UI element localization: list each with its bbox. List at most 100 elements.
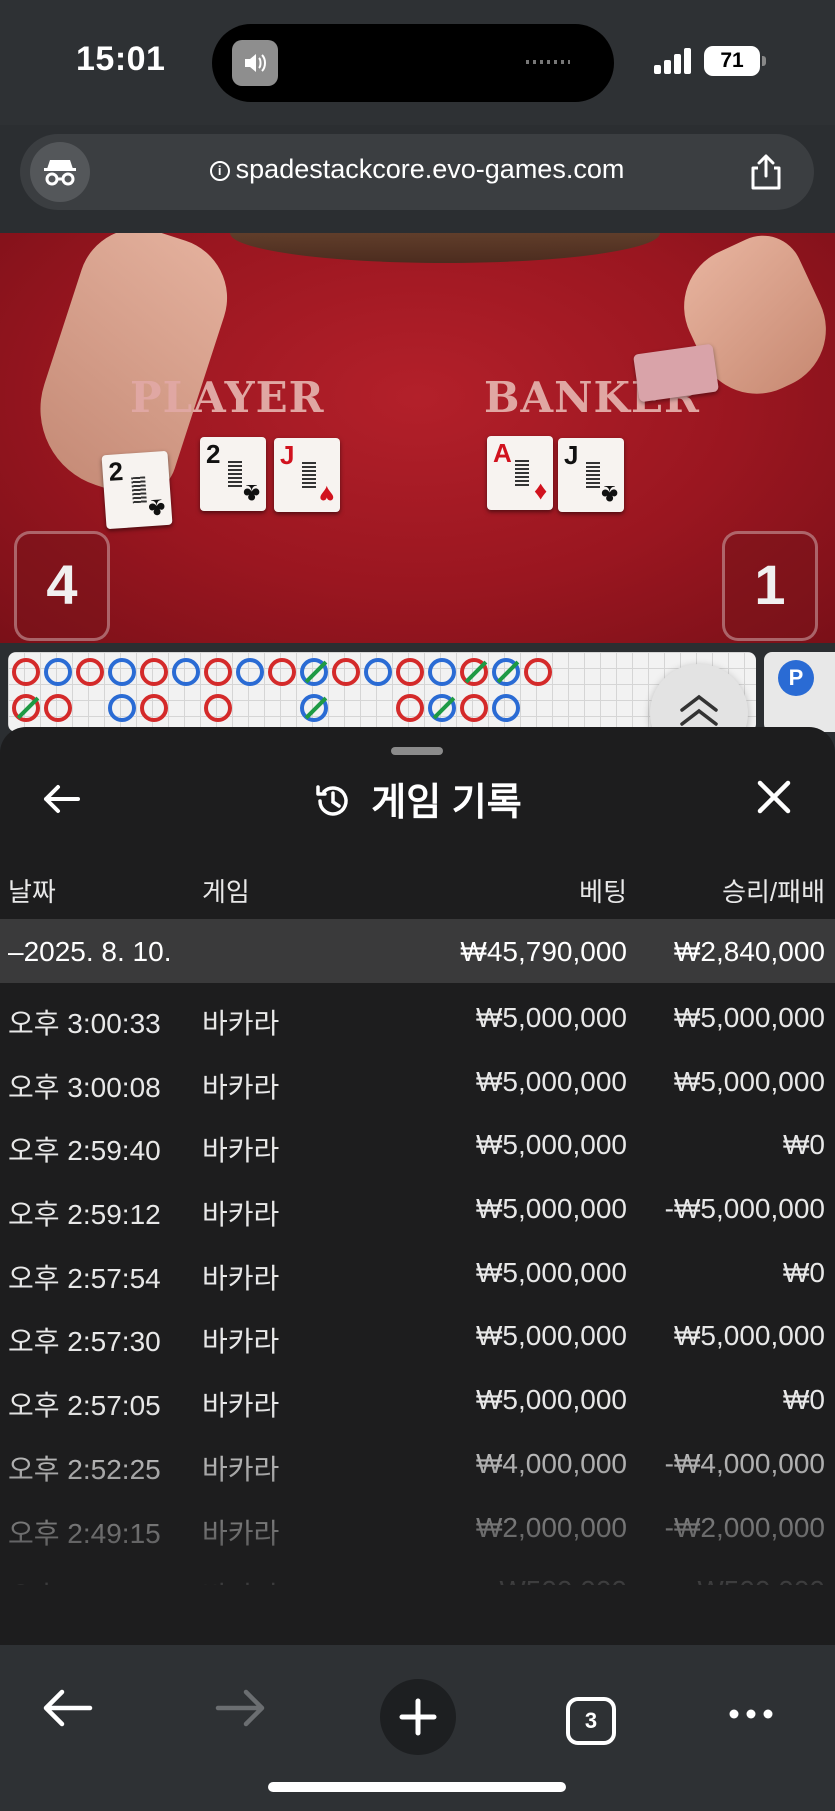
row-time: 오후 2:49:15 xyxy=(8,1517,161,1549)
banker-bead xyxy=(204,658,232,686)
home-indicator xyxy=(268,1782,566,1792)
row-result: ₩5,000,000 xyxy=(674,1320,825,1352)
bead-road[interactable] xyxy=(8,652,756,732)
url-display[interactable]: i spadestackcore.evo-games.com xyxy=(20,154,814,185)
battery-indicator: 71 xyxy=(704,46,766,76)
player-bead xyxy=(428,658,456,686)
row-game: 바카라 xyxy=(202,1326,280,1358)
player-score: 4 xyxy=(46,553,78,616)
row-game: 바카라 xyxy=(202,1135,280,1167)
banker-bead xyxy=(140,694,168,722)
card-suit: ♣ xyxy=(242,479,260,509)
tie-slash xyxy=(496,660,520,684)
tie-slash xyxy=(304,660,328,684)
row-result: ₩5,000,000 xyxy=(674,1002,825,1033)
table-rim xyxy=(230,233,660,263)
history-row[interactable]: 오후 2:59:12 바카라 ₩5,000,000 -₩5,000,000 xyxy=(0,1176,835,1240)
island-dots xyxy=(526,60,570,64)
column-game: 게임 xyxy=(202,877,250,907)
row-game: 바카라 xyxy=(202,1575,279,1585)
banker-bead xyxy=(12,658,40,686)
history-row[interactable]: 오후 2:57:54 바카라 ₩5,000,000 ₩0 xyxy=(0,1240,835,1304)
more-icon[interactable] xyxy=(716,1679,786,1749)
player-chip[interactable]: P xyxy=(778,660,814,696)
player-score-box: 4 xyxy=(14,531,110,641)
forward-arrow-icon[interactable] xyxy=(206,1673,276,1743)
back-arrow-icon[interactable] xyxy=(32,1673,102,1743)
plus-icon xyxy=(399,1698,437,1736)
row-bet: ₩5,000,000 xyxy=(476,1384,627,1416)
row-bet: ₩500,000 xyxy=(499,1575,627,1585)
share-icon[interactable] xyxy=(746,152,786,192)
history-row[interactable]: 오후 3:00:33 바카라 ₩5,000,000 ₩5,000,000 xyxy=(0,985,835,1049)
road-prediction[interactable]: P xyxy=(764,652,835,732)
card-barcode xyxy=(515,460,529,486)
row-result: -₩5,000,000 xyxy=(664,1193,825,1225)
card-suit: ♣ xyxy=(600,480,618,510)
playing-card: J ♣ xyxy=(558,438,624,512)
row-game: 바카라 xyxy=(202,1071,280,1103)
banker-bead xyxy=(332,658,360,686)
history-row[interactable]: 오후 2:49:15 바카라 ₩2,000,000 -₩2,000,000 xyxy=(0,1495,835,1559)
tabs-button[interactable]: 3 xyxy=(566,1697,616,1745)
banker-score-box: 1 xyxy=(722,531,818,641)
player-bead xyxy=(300,658,328,686)
banker-bead xyxy=(396,658,424,686)
history-row[interactable]: 오후 2:47:00 바카라 ₩500,000 -₩500,000 xyxy=(0,1558,835,1585)
playing-card: J ♥ xyxy=(274,438,340,512)
player-bead xyxy=(492,694,520,722)
row-game: 바카라 xyxy=(202,1199,280,1231)
sheet-grabber[interactable] xyxy=(391,747,443,755)
banker-bead xyxy=(76,658,104,686)
row-result: -₩2,000,000 xyxy=(664,1511,825,1543)
column-bet: 베팅 xyxy=(579,877,627,907)
history-row[interactable]: 오후 2:52:25 바카라 ₩4,000,000 -₩4,000,000 xyxy=(0,1431,835,1495)
column-date: 날짜 xyxy=(8,877,56,907)
new-tab-button[interactable] xyxy=(380,1679,456,1755)
close-icon[interactable] xyxy=(750,773,798,821)
row-result: ₩0 xyxy=(783,1384,825,1416)
row-bet: ₩5,000,000 xyxy=(476,1193,627,1225)
player-bead xyxy=(300,694,328,722)
info-icon[interactable]: i xyxy=(209,161,230,181)
player-bead xyxy=(236,658,264,686)
sheet-title-text: 게임 기록 xyxy=(371,782,522,824)
row-game: 바카라 xyxy=(202,1008,280,1039)
row-game: 바카라 xyxy=(202,1517,280,1549)
live-game-video[interactable]: PLAYER BANKER 2 ♣ 2 ♣ J ♥ A ♦ J ♣ 4 1 xyxy=(0,233,835,643)
row-time: 오후 2:57:05 xyxy=(8,1390,161,1422)
address-bar[interactable]: i spadestackcore.evo-games.com xyxy=(20,134,814,210)
card-suit: ♥ xyxy=(318,480,334,510)
row-bet: ₩4,000,000 xyxy=(476,1447,627,1479)
row-result: ₩0 xyxy=(783,1129,825,1161)
banker-bead xyxy=(204,694,232,722)
history-row[interactable]: 오후 3:00:08 바카라 ₩5,000,000 ₩5,000,000 xyxy=(0,1049,835,1113)
day-summary-row[interactable]: –2025. 8. 10. ₩45,790,000 ₩2,840,000 xyxy=(0,919,835,983)
game-history-sheet: 게임 기록 날짜 게임 베팅 승리/패배 –2025. 8. 10. ₩45,7… xyxy=(0,727,835,1645)
banker-bead xyxy=(140,658,168,686)
row-time: 오후 2:52:25 xyxy=(8,1453,161,1485)
row-result: -₩4,000,000 xyxy=(664,1447,825,1479)
player-bead xyxy=(108,658,136,686)
player-bead xyxy=(364,658,392,686)
card-rank: A xyxy=(493,438,512,468)
row-result: ₩0 xyxy=(783,1256,825,1288)
signal-icon xyxy=(654,48,694,74)
history-list[interactable]: 오후 3:00:33 바카라 ₩5,000,000 ₩5,000,000 오후 3:00… xyxy=(0,985,835,1585)
banker-bead xyxy=(460,658,488,686)
history-row[interactable]: 오후 2:59:40 바카라 ₩5,000,000 ₩0 xyxy=(0,1112,835,1176)
card-suit: ♦ xyxy=(533,478,547,508)
row-result: ₩5,000,000 xyxy=(674,1065,825,1097)
player-bead xyxy=(428,694,456,722)
history-row[interactable]: 오후 2:57:05 바카라 ₩5,000,000 ₩0 xyxy=(0,1367,835,1431)
speaker-icon xyxy=(232,40,278,86)
card-suit: ♣ xyxy=(147,493,167,525)
card-barcode xyxy=(586,462,600,488)
row-bet: ₩5,000,000 xyxy=(476,1065,627,1097)
history-row[interactable]: 오후 2:57:30 바카라 ₩5,000,000 ₩5,000,000 xyxy=(0,1303,835,1367)
banker-score: 1 xyxy=(754,553,786,616)
card-rank: J xyxy=(280,440,295,470)
banker-bead xyxy=(268,658,296,686)
status-time: 15:01 xyxy=(76,40,166,78)
card-barcode xyxy=(228,461,242,487)
